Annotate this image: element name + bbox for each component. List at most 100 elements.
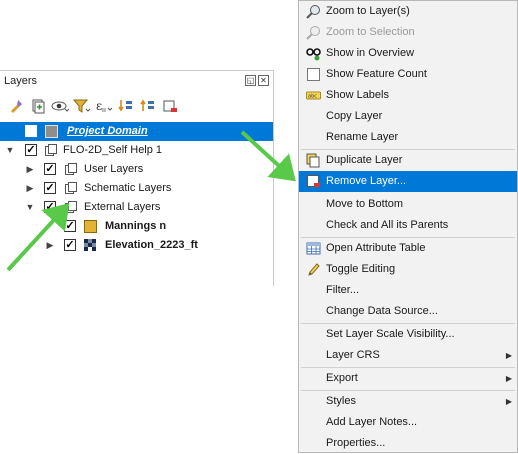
menu-show-feature-count[interactable]: Show Feature Count [299, 64, 517, 85]
expand-arrow-icon[interactable]: ▶ [45, 236, 55, 255]
menu-label: Move to Bottom [326, 198, 404, 210]
remove-layer-icon [307, 175, 320, 187]
menu-label: Layer CRS [326, 349, 380, 361]
menu-label: Open Attribute Table [326, 242, 426, 254]
menu-label: Check and All its Parents [326, 219, 449, 231]
filter-expression-icon[interactable]: ε ıı [94, 96, 113, 115]
layer-checkbox[interactable]: ✓ [44, 201, 56, 213]
menu-duplicate-layer[interactable]: Duplicate Layer [299, 150, 517, 171]
tree-row-external-layers[interactable]: ▼ ✓ External Layers [0, 198, 273, 217]
menu-layer-crs[interactable]: Layer CRS ▶ [299, 345, 517, 366]
layer-checkbox[interactable] [25, 125, 37, 137]
menu-change-data-source[interactable]: Change Data Source... [299, 301, 517, 322]
tree-row-flo2d-group[interactable]: ▼ ✓ FLO-2D_Self Help 1 [0, 141, 273, 160]
menu-show-labels[interactable]: abc Show Labels [299, 85, 517, 106]
eye-icon[interactable] [50, 96, 69, 115]
expand-arrow-icon[interactable]: ▶ [25, 160, 35, 179]
menu-rename-layer[interactable]: Rename Layer [299, 127, 517, 148]
menu-show-in-overview[interactable]: Show in Overview [299, 43, 517, 64]
layer-symbol [45, 125, 58, 138]
layers-toolbar: ε ıı [6, 96, 179, 115]
group-icon [65, 182, 77, 194]
layer-checkbox[interactable]: ✓ [64, 220, 76, 232]
tree-row-project-domain[interactable]: Project Domain [0, 122, 273, 141]
layer-label: FLO-2D_Self Help 1 [63, 144, 163, 156]
menu-label: Show Feature Count [326, 68, 427, 80]
layer-context-menu: Zoom to Layer(s) Zoom to Selection Show … [298, 0, 518, 453]
checkbox-icon[interactable] [306, 67, 321, 82]
zoom-selection-icon [306, 26, 320, 40]
layer-checkbox[interactable]: ✓ [44, 182, 56, 194]
expand-all-icon[interactable] [116, 96, 135, 115]
tree-row-user-layers[interactable]: ▶ ✓ User Layers [0, 160, 273, 179]
polygon-symbol-swatch [84, 220, 97, 233]
group-icon [45, 144, 57, 156]
group-icon [65, 163, 77, 175]
table-icon [306, 242, 321, 255]
layers-panel: Layers ◱ ✕ ε ıı Project Domain ▼ ✓ FLO-2… [0, 70, 274, 286]
svg-text:ıı: ıı [102, 106, 106, 114]
collapse-arrow-icon[interactable]: ▼ [25, 198, 35, 217]
zoom-layer-icon [306, 5, 320, 19]
menu-move-to-bottom[interactable]: Move to Bottom [299, 194, 517, 215]
remove-layer-icon[interactable] [160, 96, 179, 115]
tree-row-mannings-n[interactable]: ✓ Mannings n [0, 217, 273, 236]
raster-icon [84, 239, 97, 252]
tree-row-schematic-layers[interactable]: ▶ ✓ Schematic Layers [0, 179, 273, 198]
expand-arrow-icon[interactable]: ▶ [25, 179, 35, 198]
layer-label: User Layers [84, 163, 144, 175]
menu-toggle-editing[interactable]: Toggle Editing [299, 259, 517, 280]
menu-label: Zoom to Layer(s) [326, 5, 410, 17]
submenu-arrow-icon: ▶ [505, 351, 512, 360]
menu-check-all-parents[interactable]: Check and All its Parents [299, 215, 517, 236]
menu-styles[interactable]: Styles ▶ [299, 391, 517, 412]
menu-label: Show Labels [326, 89, 389, 101]
menu-add-layer-notes[interactable]: Add Layer Notes... [299, 412, 517, 433]
collapse-arrow-icon[interactable]: ▼ [5, 141, 15, 160]
layer-checkbox[interactable]: ✓ [44, 163, 56, 175]
submenu-arrow-icon: ▶ [505, 374, 512, 383]
menu-copy-layer[interactable]: Copy Layer [299, 106, 517, 127]
group-icon [65, 201, 77, 213]
menu-zoom-to-layer[interactable]: Zoom to Layer(s) [299, 1, 517, 22]
menu-zoom-to-selection[interactable]: Zoom to Selection [299, 22, 517, 43]
menu-label: Show in Overview [326, 47, 415, 59]
collapse-all-icon[interactable] [138, 96, 157, 115]
tree-row-elevation[interactable]: ▶ ✓ Elevation_2223_ft [0, 236, 273, 255]
menu-label: Add Layer Notes... [326, 416, 418, 428]
menu-label: Remove Layer... [326, 175, 407, 187]
layer-label: Mannings n [105, 220, 167, 232]
layer-label: Elevation_2223_ft [105, 239, 198, 251]
labels-icon: abc [306, 91, 321, 100]
panel-title: Layers [4, 75, 38, 87]
float-icon[interactable]: ◱ [245, 75, 256, 86]
menu-export[interactable]: Export ▶ [299, 368, 517, 389]
layer-checkbox[interactable]: ✓ [64, 239, 76, 251]
layer-label: Project Domain [67, 125, 148, 137]
close-icon[interactable]: ✕ [258, 75, 269, 86]
duplicate-icon [306, 153, 320, 168]
layer-label: Schematic Layers [84, 182, 172, 194]
filter-icon[interactable] [72, 96, 91, 115]
menu-set-scale-visibility[interactable]: Set Layer Scale Visibility... [299, 324, 517, 345]
overview-icon [306, 48, 321, 61]
menu-label: Export [326, 372, 358, 384]
layer-checkbox[interactable]: ✓ [25, 144, 37, 156]
menu-properties[interactable]: Properties... [299, 433, 517, 454]
menu-label: Rename Layer [326, 131, 399, 143]
menu-label: Properties... [326, 437, 386, 449]
menu-label: Duplicate Layer [326, 154, 403, 166]
panel-buttons: ◱ ✕ [245, 75, 269, 86]
style-brush-icon[interactable] [6, 96, 25, 115]
menu-filter[interactable]: Filter... [299, 280, 517, 301]
menu-label: Change Data Source... [326, 305, 438, 317]
menu-label: Toggle Editing [326, 263, 396, 275]
menu-remove-layer[interactable]: Remove Layer... [299, 171, 517, 192]
menu-open-attribute-table[interactable]: Open Attribute Table [299, 238, 517, 259]
menu-label: Filter... [326, 284, 360, 296]
add-group-icon[interactable] [28, 96, 47, 115]
menu-label: Zoom to Selection [326, 26, 415, 38]
menu-label: Copy Layer [326, 110, 383, 122]
pencil-icon [308, 263, 320, 276]
layer-label: External Layers [84, 201, 161, 213]
